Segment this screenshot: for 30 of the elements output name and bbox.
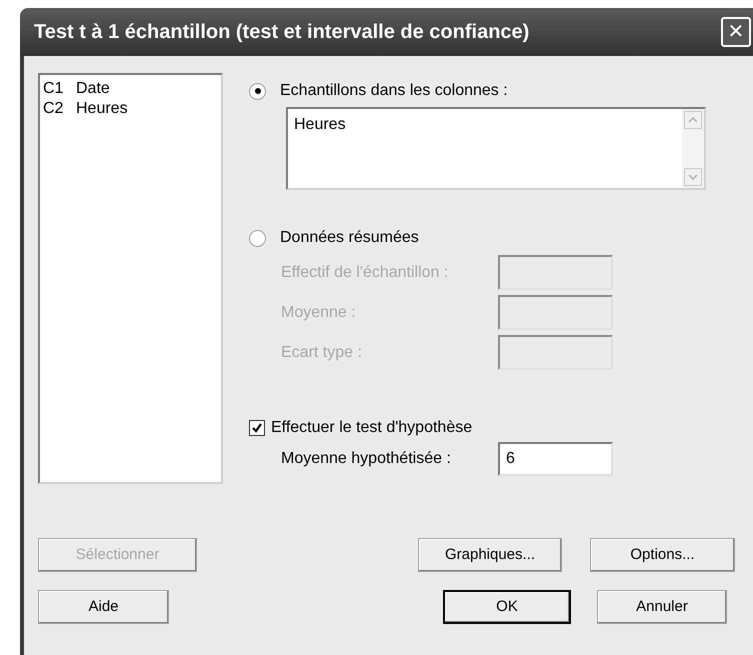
field-label: Moyenne :: [281, 302, 357, 322]
column-name: Heures: [76, 99, 128, 119]
dialog-button[interactable]: Annuler: [597, 590, 727, 624]
window-title: Test t à 1 échantillon (test et intervalle de confiance): [34, 20, 530, 45]
dialog-button[interactable]: Graphiques...: [418, 538, 562, 572]
checkbox[interactable]: [249, 420, 265, 436]
field-label: Ecart type :: [281, 342, 363, 362]
field-label: Moyenne hypothétisée :: [281, 449, 452, 469]
scroll-down-icon[interactable]: [684, 168, 702, 186]
field-value: Heures: [293, 115, 347, 135]
dialog-button[interactable]: Options...: [590, 538, 735, 572]
column-id: C1: [43, 79, 64, 99]
mean-field[interactable]: 6: [498, 442, 613, 476]
column-item[interactable]: C2 Heures: [43, 99, 218, 119]
checkbox-label: Effectuer le test d'hypothèse: [271, 418, 472, 438]
radio-label: Données résumées: [280, 228, 419, 248]
column-name: Date: [76, 79, 110, 99]
column-id: C2: [43, 99, 64, 119]
close-button[interactable]: ✕: [721, 17, 751, 47]
checkmark-icon: [251, 422, 263, 434]
radio-button[interactable]: [249, 230, 266, 246]
ok-button[interactable]: OK: [443, 590, 571, 624]
columns-field[interactable]: Heures: [286, 107, 706, 190]
radio-label: Echantillons dans les colonnes :: [280, 81, 508, 101]
dialog-button[interactable]: Aide: [38, 590, 169, 624]
column-item[interactable]: C1 Date: [43, 79, 218, 99]
scroll-up-icon[interactable]: [684, 111, 702, 129]
radio-button[interactable]: [249, 82, 266, 100]
scrollbar[interactable]: [682, 109, 704, 188]
field-label: Effectif de l'échantillon :: [281, 262, 450, 282]
